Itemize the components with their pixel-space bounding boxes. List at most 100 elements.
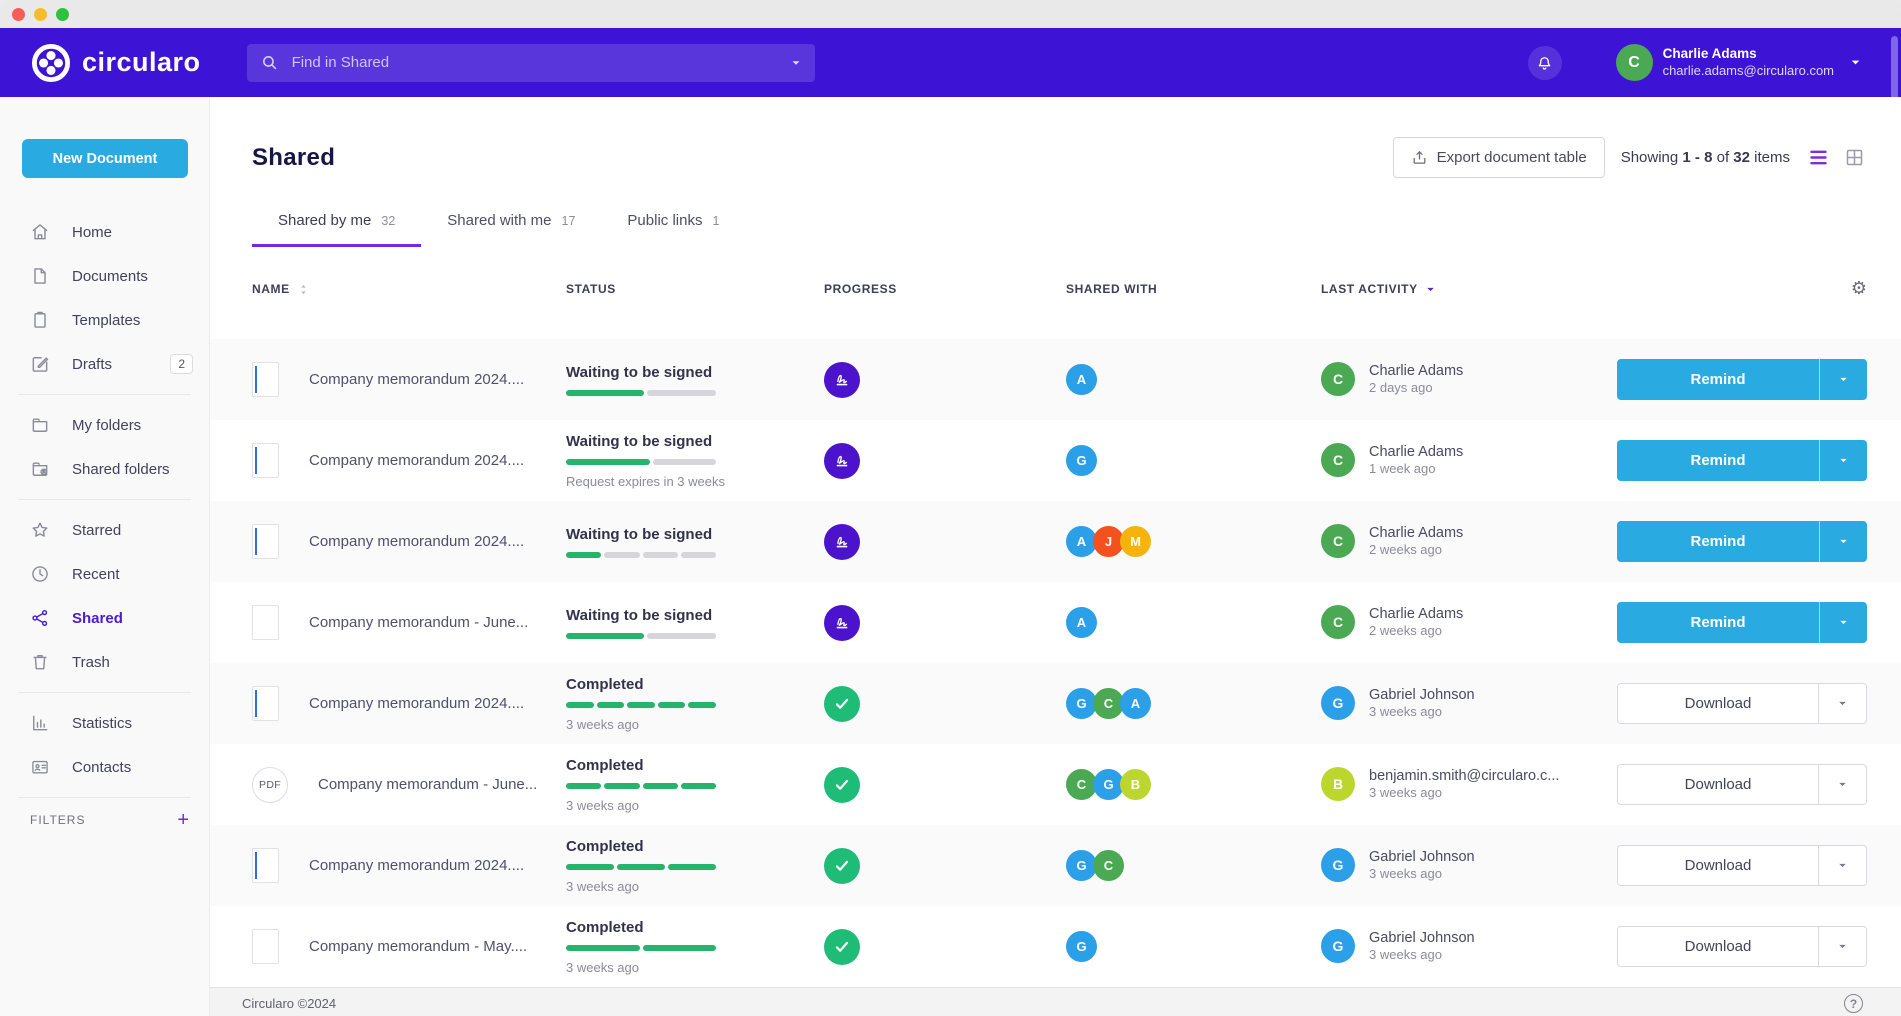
- remind-button[interactable]: Remind: [1617, 521, 1819, 562]
- scrollbar-thumb[interactable]: [1891, 36, 1898, 106]
- circularo-logo: circularo: [30, 42, 201, 84]
- document-file-icon: [252, 848, 279, 883]
- export-document-table-button[interactable]: Export document table: [1393, 137, 1605, 178]
- action-cell: Download: [1617, 764, 1867, 805]
- download-button[interactable]: Download: [1618, 927, 1818, 966]
- column-header-last-activity[interactable]: LAST ACTIVITY: [1321, 282, 1617, 296]
- download-dropdown-button[interactable]: [1818, 684, 1866, 723]
- sidebar-item-badge: 2: [170, 354, 193, 374]
- search-icon: [261, 54, 278, 71]
- download-dropdown-button[interactable]: [1818, 846, 1866, 885]
- download-button[interactable]: Download: [1618, 684, 1818, 723]
- column-header-shared-with: SHARED WITH: [1066, 282, 1321, 296]
- tab-public-links[interactable]: Public links1: [601, 202, 745, 247]
- table-header: NAMESTATUSPROGRESSSHARED WITHLAST ACTIVI…: [210, 273, 1901, 305]
- table-row[interactable]: Company memorandum - June...Waiting to b…: [210, 582, 1901, 663]
- drafts-icon: [30, 354, 50, 374]
- table-row[interactable]: Company memorandum 2024....Waiting to be…: [210, 420, 1901, 501]
- status-text: Completed: [566, 676, 794, 693]
- last-activity-cell: GGabriel Johnson3 weeks ago: [1321, 686, 1617, 722]
- sidebar-item-label: Drafts: [72, 356, 170, 373]
- table-row[interactable]: Company memorandum 2024....Waiting to be…: [210, 339, 1901, 420]
- tab-count: 1: [712, 214, 719, 228]
- column-settings-gear-icon[interactable]: ⚙: [1851, 280, 1867, 298]
- remind-button[interactable]: Remind: [1617, 359, 1819, 400]
- status-subtext: 3 weeks ago: [566, 960, 794, 975]
- sidebar-item-documents[interactable]: Documents: [0, 254, 209, 298]
- table-row[interactable]: Company memorandum - May....Completed3 w…: [210, 906, 1901, 987]
- table-row[interactable]: Company memorandum 2024....Completed3 we…: [210, 825, 1901, 906]
- remind-dropdown-button[interactable]: [1819, 359, 1867, 400]
- shared-user-avatar: M: [1120, 526, 1151, 557]
- document-name-cell: PDFCompany memorandum - June...: [252, 767, 566, 803]
- grid-view-icon[interactable]: [1844, 147, 1865, 168]
- table-row[interactable]: Company memorandum 2024....Waiting to be…: [210, 501, 1901, 582]
- progress-bar: [566, 702, 716, 708]
- remind-dropdown-button[interactable]: [1819, 440, 1867, 481]
- document-file-icon: [252, 686, 279, 721]
- column-header-name[interactable]: NAME: [252, 282, 566, 297]
- download-button[interactable]: Download: [1618, 846, 1818, 885]
- sidebar: New Document HomeDocuments Templates Draft…: [0, 97, 210, 1016]
- minimize-window-button[interactable]: [34, 8, 47, 21]
- sidebar-item-drafts[interactable]: Drafts2: [0, 342, 209, 386]
- download-dropdown-button[interactable]: [1818, 765, 1866, 804]
- progress-cell: [824, 524, 1066, 560]
- new-document-button[interactable]: New Document: [22, 139, 188, 178]
- signature-pending-icon: [824, 605, 860, 641]
- download-button[interactable]: Download: [1618, 765, 1818, 804]
- sidebar-item-contacts[interactable]: Contacts: [0, 745, 209, 789]
- tab-shared-by-me[interactable]: Shared by me32: [252, 202, 421, 247]
- notifications-button[interactable]: [1528, 46, 1562, 80]
- sort-icon[interactable]: [296, 282, 311, 297]
- remind-button[interactable]: Remind: [1617, 440, 1819, 481]
- sidebar-item-starred[interactable]: Starred: [0, 508, 209, 552]
- remind-button[interactable]: Remind: [1617, 602, 1819, 643]
- sidebar-item-label: Templates: [72, 312, 193, 329]
- sidebar-item-recent[interactable]: Recent: [0, 552, 209, 596]
- sidebar-item-trash[interactable]: Trash: [0, 640, 209, 684]
- signature-pending-icon: [824, 362, 860, 398]
- activity-user-name: Charlie Adams: [1369, 605, 1463, 624]
- last-activity-cell: CCharlie Adams2 days ago: [1321, 362, 1617, 398]
- sidebar-item-templates[interactable]: Templates: [0, 298, 209, 342]
- template-icon: [30, 310, 50, 330]
- list-view-icon[interactable]: [1808, 147, 1829, 168]
- shared-user-avatar: C: [1093, 850, 1124, 881]
- user-menu[interactable]: C Charlie Adams charlie.adams@circularo.…: [1616, 44, 1863, 81]
- sidebar-item-statistics[interactable]: Statistics: [0, 701, 209, 745]
- sidebar-item-home[interactable]: Home: [0, 210, 209, 254]
- shared-user-avatar: B: [1120, 769, 1151, 800]
- close-window-button[interactable]: [12, 8, 25, 21]
- logo-text: circularo: [82, 47, 201, 78]
- sidebar-item-my-folders[interactable]: My folders: [0, 403, 209, 447]
- last-activity-cell: Bbenjamin.smith@circularo.c...3 weeks ag…: [1321, 767, 1617, 803]
- signature-pending-icon: [824, 443, 860, 479]
- search-input[interactable]: Find in Shared: [247, 44, 815, 82]
- sidebar-item-shared-folders[interactable]: Shared folders: [0, 447, 209, 491]
- stats-icon: [30, 713, 50, 733]
- activity-time: 3 weeks ago: [1369, 704, 1475, 721]
- table-row[interactable]: Company memorandum 2024....Completed3 we…: [210, 663, 1901, 744]
- column-header-progress: PROGRESS: [824, 282, 1066, 296]
- remind-dropdown-button[interactable]: [1819, 602, 1867, 643]
- tab-shared-with-me[interactable]: Shared with me17: [421, 202, 601, 247]
- status-text: Completed: [566, 757, 794, 774]
- progress-cell: [824, 929, 1066, 965]
- add-filter-button[interactable]: +: [177, 810, 189, 830]
- remind-dropdown-button[interactable]: [1819, 521, 1867, 562]
- document-name-cell: Company memorandum 2024....: [252, 362, 566, 397]
- action-cell: Download: [1617, 926, 1867, 967]
- search-dropdown-caret-icon[interactable]: [789, 56, 803, 70]
- help-button[interactable]: ?: [1844, 994, 1863, 1013]
- table-row[interactable]: PDFCompany memorandum - June...Completed…: [210, 744, 1901, 825]
- maximize-window-button[interactable]: [56, 8, 69, 21]
- document-name-cell: Company memorandum 2024....: [252, 443, 566, 478]
- activity-user-name: Gabriel Johnson: [1369, 848, 1475, 867]
- sidebar-item-shared[interactable]: Shared: [0, 596, 209, 640]
- completed-check-icon: [824, 686, 860, 722]
- download-dropdown-button[interactable]: [1818, 927, 1866, 966]
- activity-time: 2 weeks ago: [1369, 542, 1463, 559]
- shared-with-cell: G: [1066, 931, 1321, 962]
- progress-cell: [824, 848, 1066, 884]
